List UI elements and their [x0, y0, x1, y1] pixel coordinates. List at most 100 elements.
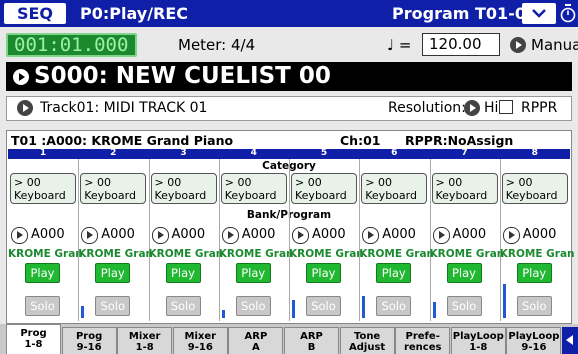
play-button[interactable]: Play	[446, 263, 482, 283]
tab[interactable]: Prefe- rences	[395, 327, 451, 354]
tab[interactable]: Mixer 9-16	[172, 327, 228, 354]
category-button[interactable]: > 00 Keyboard	[291, 173, 357, 204]
mode-label[interactable]: SEQ	[4, 3, 66, 24]
play-button[interactable]: Play	[516, 263, 552, 283]
program-number: A000	[382, 227, 416, 242]
tab[interactable]: ARP A	[228, 327, 284, 354]
solo-button[interactable]: Solo	[95, 296, 131, 316]
track-arrow-icon[interactable]	[17, 100, 33, 116]
menu-button[interactable]	[522, 3, 556, 24]
program-range: Program T01-08	[392, 4, 538, 23]
category-button[interactable]: > 00 Keyboard	[431, 173, 498, 204]
category-button[interactable]: > 00 Keyboard	[501, 173, 568, 204]
solo-button[interactable]: Solo	[165, 296, 201, 316]
tab-sublabel: 1-8	[469, 342, 488, 353]
tab[interactable]: Prog 1-8	[6, 324, 61, 354]
column-divider	[78, 159, 80, 321]
program-select[interactable]: A000	[362, 227, 428, 244]
tab-sublabel: 1-8	[135, 342, 154, 353]
program-select[interactable]: A000	[11, 227, 77, 244]
program-arrow-icon	[292, 227, 309, 244]
solo-button[interactable]: Solo	[25, 296, 60, 316]
program-select[interactable]: A000	[151, 227, 218, 244]
tab-scroll-left-icon[interactable]	[562, 327, 578, 354]
program-arrow-icon	[502, 227, 520, 244]
program-select[interactable]: A000	[292, 227, 358, 244]
program-arrow-icon	[221, 227, 239, 244]
track-number: 1	[39, 148, 47, 158]
program-name: KROME Gran	[499, 248, 575, 260]
tab-sublabel: A	[252, 342, 260, 353]
column-divider	[289, 159, 290, 321]
cuelist-name: S000: NEW CUELIST 00	[34, 63, 331, 89]
tab[interactable]: PlayLoop 1-8	[450, 327, 506, 354]
program-name: KROME Gran	[429, 248, 505, 260]
tab-sublabel: 9-16	[187, 342, 213, 353]
category-button[interactable]: > 00 Keyboard	[361, 173, 428, 204]
rppr-text: RPPR:NoAssign	[405, 133, 514, 148]
play-button[interactable]: Play	[25, 263, 60, 283]
program-number: A000	[101, 227, 135, 242]
resolution-label: Resolution:	[388, 100, 466, 116]
play-button[interactable]: Play	[165, 263, 201, 283]
tab-label: Prog	[75, 331, 103, 342]
tab-label: ARP	[300, 331, 323, 342]
rppr-info: RPPR:NoAssign	[405, 133, 513, 148]
tab-label: Prefe-	[405, 331, 440, 342]
track-number: 7	[461, 148, 468, 158]
category-button[interactable]: > 00 Keyboard	[220, 173, 287, 204]
track-select[interactable]: Track01: MIDI TRACK 01	[40, 98, 207, 119]
category-button[interactable]: > 00 Keyboard	[80, 173, 147, 204]
program-name: KROME Gran	[289, 248, 364, 260]
tempo-mode-arrow-icon[interactable]	[510, 37, 526, 53]
program-select[interactable]: A000	[81, 227, 147, 244]
program-number: A000	[312, 227, 346, 242]
tab-sublabel: Adjust	[349, 342, 386, 353]
resolution-value: Hi	[484, 100, 499, 116]
program-arrow-icon	[11, 227, 28, 244]
solo-button[interactable]: Solo	[516, 296, 552, 316]
program-select[interactable]: A000	[221, 227, 288, 244]
tab-label: PlayLoop	[508, 331, 560, 342]
solo-button[interactable]: Solo	[306, 296, 341, 316]
page-title: P0:Play/REC	[80, 4, 189, 23]
solo-button[interactable]: Solo	[446, 296, 482, 316]
level-meter	[221, 310, 225, 318]
play-button[interactable]: Play	[376, 263, 412, 283]
program-name: KROME Gran	[8, 248, 83, 260]
play-button[interactable]: Play	[235, 263, 271, 283]
tab[interactable]: Tone Adjust	[339, 327, 395, 354]
tab-sublabel: 9-16	[76, 342, 102, 353]
solo-button[interactable]: Solo	[235, 296, 271, 316]
program-arrow-icon	[362, 227, 380, 244]
cuelist-arrow-icon[interactable]	[13, 69, 29, 85]
column-divider	[218, 159, 220, 321]
rppr-checkbox[interactable]	[499, 100, 513, 114]
program-arrow-icon	[151, 227, 169, 244]
track-number: 8	[531, 148, 538, 158]
category-name: Keyboard	[224, 189, 277, 202]
category-button[interactable]: > 00 Keyboard	[150, 173, 217, 204]
level-meter	[292, 300, 295, 318]
level-meter	[362, 296, 366, 318]
program-number: A000	[31, 227, 65, 242]
tab[interactable]: PlayLoop 9-16	[506, 327, 562, 354]
tempo-field[interactable]: 120.00	[422, 33, 500, 56]
track-number: 6	[391, 148, 398, 158]
tab[interactable]: ARP B	[284, 327, 339, 354]
solo-button[interactable]: Solo	[376, 296, 412, 316]
category-number: > 00	[435, 176, 463, 189]
program-select[interactable]: A000	[502, 227, 569, 244]
play-button[interactable]: Play	[95, 263, 131, 283]
program-select[interactable]: A000	[432, 227, 499, 244]
tab-sublabel: 9-16	[521, 342, 547, 353]
tab[interactable]: Mixer 1-8	[117, 327, 173, 354]
tab[interactable]: Prog 9-16	[61, 327, 117, 354]
category-number: > 00	[14, 176, 41, 189]
channel-text: Ch:01	[340, 133, 381, 148]
category-button[interactable]: > 00 Keyboard	[10, 173, 76, 204]
track-number: 4	[250, 148, 257, 158]
program-number: A000	[522, 227, 557, 242]
play-button[interactable]: Play	[306, 263, 341, 283]
resolution-arrow-icon[interactable]	[464, 100, 480, 116]
